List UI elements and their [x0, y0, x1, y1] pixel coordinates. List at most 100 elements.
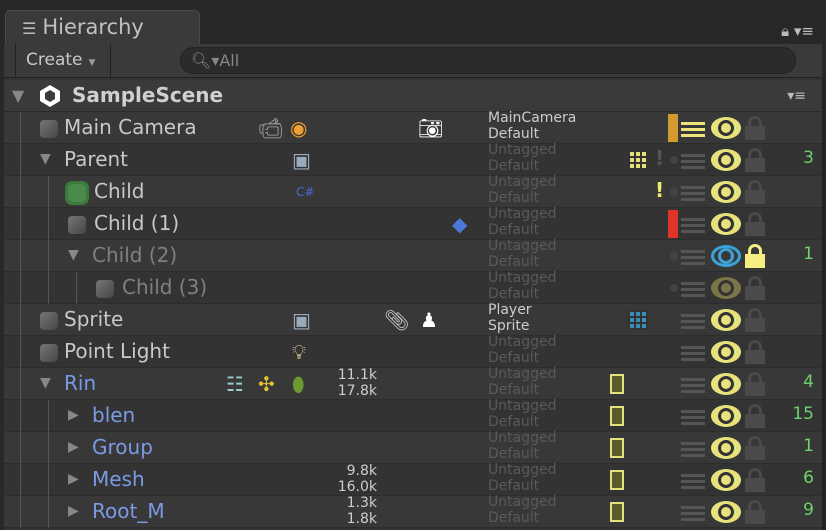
- hierarchy-row[interactable]: ▶ Mesh 9.8k 16.0k Untagged Default 6: [4, 462, 822, 496]
- hierarchy-row[interactable]: Sprite ▣ 📎︎ ♟ Player Sprite: [4, 302, 822, 336]
- lock-icon[interactable]: [745, 500, 765, 524]
- transform-gizmo-icon[interactable]: ✣: [258, 372, 275, 396]
- lock-icon[interactable]: [745, 436, 765, 460]
- lock-icon[interactable]: [745, 468, 765, 492]
- collapsed-arrow-icon[interactable]: ▶: [68, 503, 79, 519]
- lock-icon[interactable]: [745, 372, 765, 396]
- eye-icon[interactable]: [711, 501, 741, 523]
- eye-icon[interactable]: [711, 181, 741, 203]
- eye-icon[interactable]: [711, 341, 741, 363]
- lock-icon[interactable]: [745, 404, 765, 428]
- lock-icon[interactable]: [745, 276, 765, 300]
- layer-icon[interactable]: [681, 151, 705, 169]
- grid-icon[interactable]: [628, 150, 648, 170]
- layer-icon[interactable]: [681, 471, 705, 489]
- lock-window-icon[interactable]: 🔒︎: [781, 22, 789, 40]
- capsule-icon[interactable]: ⬮: [292, 372, 305, 396]
- layer-icon[interactable]: [681, 247, 705, 265]
- hierarchy-row[interactable]: Child (1) ◆ Untagged Default: [4, 206, 822, 240]
- hierarchy-row[interactable]: ▼ Child (2) Untagged Default 1: [4, 238, 822, 272]
- lock-icon[interactable]: [745, 116, 765, 140]
- layer-icon[interactable]: [681, 503, 705, 521]
- audio-listener-icon[interactable]: ◉: [290, 116, 307, 140]
- eye-icon[interactable]: [711, 117, 741, 139]
- screenshot-icon[interactable]: 📷︎: [418, 116, 443, 140]
- prefab-icon[interactable]: [610, 470, 624, 490]
- layer-icon[interactable]: [681, 119, 705, 137]
- lock-icon[interactable]: [745, 308, 765, 332]
- dot-icon: [670, 156, 678, 164]
- layer-icon[interactable]: [681, 183, 705, 201]
- layer-icon[interactable]: [681, 311, 705, 329]
- hierarchy-list: ▼ SampleScene ▾≡ Main Camera 📹︎ ◉ 📷︎ MainCam…: [4, 78, 822, 530]
- eye-icon[interactable]: [711, 309, 741, 331]
- hierarchy-row[interactable]: ▼ Parent ▣ Untagged Default! 3: [4, 142, 822, 176]
- layer-icon[interactable]: [681, 439, 705, 457]
- layer-label: Default: [488, 126, 540, 142]
- hierarchy-row[interactable]: ▶ blen Untagged Default 15: [4, 398, 822, 432]
- layer-icon[interactable]: [681, 215, 705, 233]
- poly-stats: 9.8k 16.0k: [329, 463, 377, 495]
- hierarchy-row[interactable]: ▼ Rin ☷ ✣ ⬮ 11.1k 17.8k Untagged Default 4: [4, 366, 822, 400]
- gameobject-cube-icon: [65, 181, 89, 205]
- visibility-box-icon[interactable]: ▣: [292, 308, 311, 332]
- eye-icon[interactable]: [711, 437, 741, 459]
- collapsed-arrow-icon[interactable]: ▶: [68, 439, 79, 455]
- create-dropdown[interactable]: Create ▼: [15, 44, 111, 77]
- prefab-icon[interactable]: [610, 438, 624, 458]
- prefab-icon[interactable]: [610, 374, 624, 394]
- layer-icon[interactable]: [681, 279, 705, 297]
- layer-icon[interactable]: [681, 375, 705, 393]
- warning-icon[interactable]: !: [655, 178, 664, 202]
- lock-icon[interactable]: [745, 148, 765, 172]
- expand-arrow-icon[interactable]: ▼: [40, 375, 51, 391]
- window-controls[interactable]: 🔒︎ ▾≡: [781, 22, 814, 40]
- scene-header[interactable]: ▼ SampleScene ▾≡: [4, 80, 822, 112]
- camera-component-icon[interactable]: 📹︎: [258, 116, 283, 140]
- animator-icon[interactable]: ☷: [226, 372, 244, 396]
- eye-icon[interactable]: [711, 213, 741, 235]
- scene-menu-icon[interactable]: ▾≡: [787, 88, 806, 104]
- paperclip-icon[interactable]: 📎︎: [384, 308, 409, 332]
- tree-guide-line: [48, 432, 49, 464]
- lock-icon[interactable]: [745, 340, 765, 364]
- layer-icon[interactable]: [681, 343, 705, 361]
- eye-icon[interactable]: [711, 469, 741, 491]
- prefab-icon[interactable]: [610, 502, 624, 522]
- hierarchy-row[interactable]: Child C# Untagged Default!: [4, 174, 822, 208]
- collapsed-arrow-icon[interactable]: ▶: [68, 471, 79, 487]
- visibility-box-icon[interactable]: ▣: [292, 148, 311, 172]
- expand-arrow-icon[interactable]: ▼: [40, 151, 51, 167]
- lock-icon[interactable]: [745, 244, 765, 268]
- hierarchy-row[interactable]: ▶ Root_M 1.3k 1.8k Untagged Default 9: [4, 494, 822, 528]
- layer-icon[interactable]: [681, 407, 705, 425]
- grid-icon[interactable]: [628, 310, 648, 330]
- hierarchy-row[interactable]: Main Camera 📹︎ ◉ 📷︎ MainCamera Default: [4, 110, 822, 144]
- layer-label: Default: [488, 158, 540, 174]
- lock-icon[interactable]: [745, 212, 765, 236]
- eye-icon[interactable]: [711, 373, 741, 395]
- hierarchy-row[interactable]: Child (3) Untagged Default: [4, 270, 822, 304]
- window-menu-icon[interactable]: ▾≡: [794, 22, 814, 40]
- expand-arrow-icon[interactable]: ▼: [68, 247, 79, 263]
- search-input[interactable]: 🔍︎▾All: [180, 47, 796, 74]
- diamond-icon[interactable]: ◆: [452, 212, 467, 236]
- eye-icon[interactable]: [711, 405, 741, 427]
- csharp-script-icon[interactable]: C#: [296, 180, 314, 204]
- object-name: Root_M: [92, 499, 165, 523]
- eye-icon[interactable]: [711, 277, 741, 299]
- lock-icon[interactable]: [745, 180, 765, 204]
- light-bulb-icon[interactable]: 💡︎: [292, 340, 306, 364]
- collapsed-arrow-icon[interactable]: ▶: [68, 407, 79, 423]
- scrollbar[interactable]: [822, 78, 826, 530]
- eye-icon[interactable]: [711, 149, 741, 171]
- hierarchy-row[interactable]: ▶ Group Untagged Default 1: [4, 430, 822, 464]
- prefab-icon[interactable]: [610, 406, 624, 426]
- hierarchy-tab[interactable]: ☰ Hierarchy: [5, 10, 200, 46]
- character-icon[interactable]: ♟: [420, 308, 438, 332]
- eye-hidden-icon[interactable]: [711, 245, 741, 267]
- expand-arrow-icon[interactable]: ▼: [12, 86, 24, 105]
- tag-label: Untagged: [488, 174, 557, 190]
- warning-icon[interactable]: !: [655, 146, 664, 170]
- hierarchy-row[interactable]: Point Light 💡︎ Untagged Default: [4, 334, 822, 368]
